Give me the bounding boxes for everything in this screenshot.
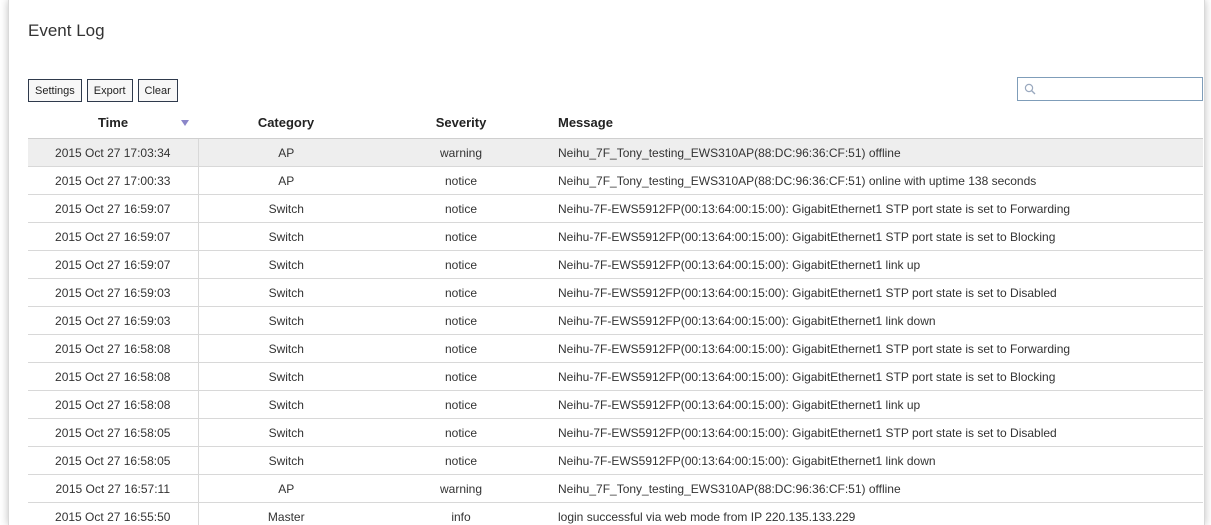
severity-cell: notice (374, 418, 548, 447)
severity-cell: notice (374, 194, 548, 223)
page-title: Event Log (28, 21, 105, 40)
column-header-severity[interactable]: Severity (374, 106, 548, 139)
category-cell: Switch (198, 306, 374, 335)
toolbar: Settings Export Clear (28, 79, 178, 102)
sort-descending-icon (181, 120, 189, 126)
time-cell: 2015 Oct 27 16:55:50 (28, 502, 199, 525)
message-cell: Neihu-7F-EWS5912FP(00:13:64:00:15:00): G… (548, 278, 1203, 307)
category-cell: Switch (198, 390, 374, 419)
time-cell: 2015 Oct 27 17:03:34 (28, 138, 199, 167)
column-header-category[interactable]: Category (198, 106, 374, 139)
time-cell: 2015 Oct 27 16:58:08 (28, 362, 199, 391)
severity-cell: warning (374, 474, 548, 503)
table-row[interactable]: 2015 Oct 27 16:59:07 Switch notice Neihu-7F… (28, 194, 1203, 223)
clear-button[interactable]: Clear (137, 79, 178, 102)
table-row[interactable]: 2015 Oct 27 16:57:11 AP warning Neihu_7F_To… (28, 474, 1203, 503)
message-cell: Neihu-7F-EWS5912FP(00:13:64:00:15:00): G… (548, 222, 1203, 251)
event-log-table: Time Category Severity Message 2015 Oct … (28, 106, 1203, 525)
time-cell: 2015 Oct 27 16:59:07 (28, 222, 199, 251)
message-cell: Neihu-7F-EWS5912FP(00:13:64:00:15:00): G… (548, 362, 1203, 391)
message-cell: Neihu-7F-EWS5912FP(00:13:64:00:15:00): G… (548, 306, 1203, 335)
table-row[interactable]: 2015 Oct 27 16:59:07 Switch notice Neihu-7F… (28, 250, 1203, 279)
category-cell: Switch (198, 418, 374, 447)
search-input[interactable] (1036, 79, 1202, 99)
table-row[interactable]: 2015 Oct 27 16:59:07 Switch notice Neihu-7F… (28, 222, 1203, 251)
table-row[interactable]: 2015 Oct 27 16:58:05 Switch notice Neihu-7F… (28, 446, 1203, 475)
table-row[interactable]: 2015 Oct 27 16:58:08 Switch notice Neihu-7F… (28, 390, 1203, 419)
column-header-message[interactable]: Message (548, 106, 1203, 139)
time-cell: 2015 Oct 27 16:58:08 (28, 390, 199, 419)
category-cell: Switch (198, 278, 374, 307)
severity-cell: warning (374, 138, 548, 167)
message-cell: Neihu_7F_Tony_testing_EWS310AP(88:DC:96:… (548, 138, 1203, 167)
column-header-category-label: Category (257, 114, 315, 130)
severity-cell: notice (374, 222, 548, 251)
message-cell: Neihu_7F_Tony_testing_EWS310AP(88:DC:96:… (548, 474, 1203, 503)
settings-button[interactable]: Settings (28, 79, 82, 102)
time-cell: 2015 Oct 27 16:58:05 (28, 418, 199, 447)
severity-cell: notice (374, 446, 548, 475)
table-row[interactable]: 2015 Oct 27 17:03:34 AP warning Neihu_7F_To… (28, 138, 1203, 167)
event-log-panel: Event Log Settings Export Clear Time Cat… (8, 0, 1205, 525)
table-row[interactable]: 2015 Oct 27 16:58:08 Switch notice Neihu-7F… (28, 362, 1203, 391)
magnifier-icon (1024, 83, 1036, 95)
table-row[interactable]: 2015 Oct 27 16:58:05 Switch notice Neihu-7F… (28, 418, 1203, 447)
time-cell: 2015 Oct 27 16:59:07 (28, 194, 199, 223)
table-row[interactable]: 2015 Oct 27 16:59:03 Switch notice Neihu-7F… (28, 306, 1203, 335)
time-cell: 2015 Oct 27 16:57:11 (28, 474, 199, 503)
category-cell: Master (198, 502, 374, 525)
message-cell: Neihu-7F-EWS5912FP(00:13:64:00:15:00): G… (548, 446, 1203, 475)
search-box[interactable] (1017, 77, 1203, 101)
table-row[interactable]: 2015 Oct 27 16:58:08 Switch notice Neihu-7F… (28, 334, 1203, 363)
column-header-time[interactable]: Time (28, 106, 198, 139)
table-header-row: Time Category Severity Message (28, 106, 1203, 139)
time-cell: 2015 Oct 27 16:58:05 (28, 446, 199, 475)
severity-cell: notice (374, 306, 548, 335)
table-row[interactable]: 2015 Oct 27 16:59:03 Switch notice Neihu-7F… (28, 278, 1203, 307)
time-cell: 2015 Oct 27 16:59:03 (28, 306, 199, 335)
severity-cell: notice (374, 362, 548, 391)
column-header-time-label: Time (97, 114, 129, 130)
table-row[interactable]: 2015 Oct 27 16:55:50 Master info login succ… (28, 502, 1203, 525)
category-cell: AP (198, 166, 374, 195)
category-cell: Switch (198, 194, 374, 223)
export-button[interactable]: Export (86, 79, 133, 102)
message-cell: Neihu-7F-EWS5912FP(00:13:64:00:15:00): G… (548, 390, 1203, 419)
category-cell: Switch (198, 222, 374, 251)
column-header-message-label: Message (558, 114, 613, 130)
category-cell: Switch (198, 362, 374, 391)
category-cell: Switch (198, 334, 374, 363)
severity-cell: notice (374, 390, 548, 419)
category-cell: Switch (198, 250, 374, 279)
table-row[interactable]: 2015 Oct 27 17:00:33 AP notice Neihu_7F_Ton… (28, 166, 1203, 195)
severity-cell: notice (374, 250, 548, 279)
time-cell: 2015 Oct 27 16:59:07 (28, 250, 199, 279)
message-cell: Neihu_7F_Tony_testing_EWS310AP(88:DC:96:… (548, 166, 1203, 195)
message-cell: Neihu-7F-EWS5912FP(00:13:64:00:15:00): G… (548, 194, 1203, 223)
severity-cell: notice (374, 334, 548, 363)
event-log-body: 2015 Oct 27 17:03:34 AP warning Neihu_7F_To… (28, 138, 1203, 525)
category-cell: AP (198, 138, 374, 167)
time-cell: 2015 Oct 27 17:00:33 (28, 166, 199, 195)
severity-cell: notice (374, 166, 548, 195)
category-cell: Switch (198, 446, 374, 475)
message-cell: Neihu-7F-EWS5912FP(00:13:64:00:15:00): G… (548, 250, 1203, 279)
column-header-severity-label: Severity (435, 114, 487, 130)
time-cell: 2015 Oct 27 16:58:08 (28, 334, 199, 363)
severity-cell: notice (374, 278, 548, 307)
message-cell: Neihu-7F-EWS5912FP(00:13:64:00:15:00): G… (548, 418, 1203, 447)
message-cell: login successful via web mode from IP 22… (548, 502, 1203, 525)
category-cell: AP (198, 474, 374, 503)
severity-cell: info (374, 502, 548, 525)
message-cell: Neihu-7F-EWS5912FP(00:13:64:00:15:00): G… (548, 334, 1203, 363)
time-cell: 2015 Oct 27 16:59:03 (28, 278, 199, 307)
